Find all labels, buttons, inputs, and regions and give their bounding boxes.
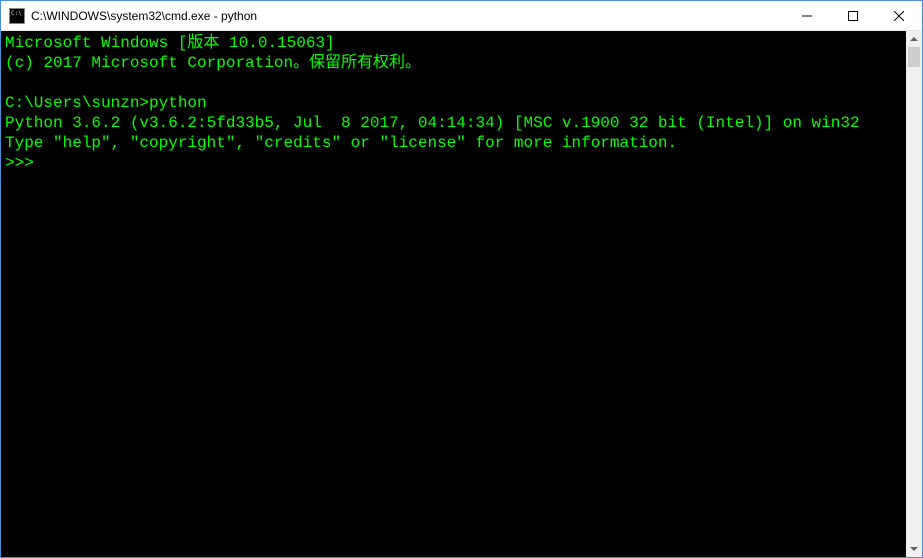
console-line: Type "help", "copyright", "credits" or "… <box>5 133 902 153</box>
scroll-thumb[interactable] <box>908 47 920 67</box>
console-line: >>> <box>5 153 902 173</box>
console-container: Microsoft Windows [版本 10.0.15063](c) 201… <box>1 31 922 557</box>
minimize-icon <box>802 11 812 21</box>
console-line: Python 3.6.2 (v3.6.2:5fd33b5, Jul 8 2017… <box>5 113 902 133</box>
console-line: (c) 2017 Microsoft Corporation。保留所有权利。 <box>5 53 902 73</box>
close-icon <box>894 11 904 21</box>
console-line: C:\Users\sunzn>python <box>5 93 902 113</box>
vertical-scrollbar[interactable] <box>906 31 922 557</box>
scroll-down-button[interactable] <box>906 541 922 557</box>
console-output[interactable]: Microsoft Windows [版本 10.0.15063](c) 201… <box>1 31 906 557</box>
chevron-down-icon <box>910 547 918 551</box>
cmd-window: C:\WINDOWS\system32\cmd.exe - python Mic… <box>0 0 923 558</box>
window-title: C:\WINDOWS\system32\cmd.exe - python <box>31 9 784 23</box>
titlebar[interactable]: C:\WINDOWS\system32\cmd.exe - python <box>1 1 922 31</box>
close-button[interactable] <box>876 1 922 30</box>
minimize-button[interactable] <box>784 1 830 30</box>
cmd-icon <box>9 8 25 24</box>
console-line: Microsoft Windows [版本 10.0.15063] <box>5 33 902 53</box>
maximize-button[interactable] <box>830 1 876 30</box>
scroll-up-button[interactable] <box>906 31 922 47</box>
chevron-up-icon <box>910 37 918 41</box>
console-line <box>5 73 902 93</box>
maximize-icon <box>848 11 858 21</box>
scroll-track[interactable] <box>906 47 922 541</box>
window-controls <box>784 1 922 30</box>
